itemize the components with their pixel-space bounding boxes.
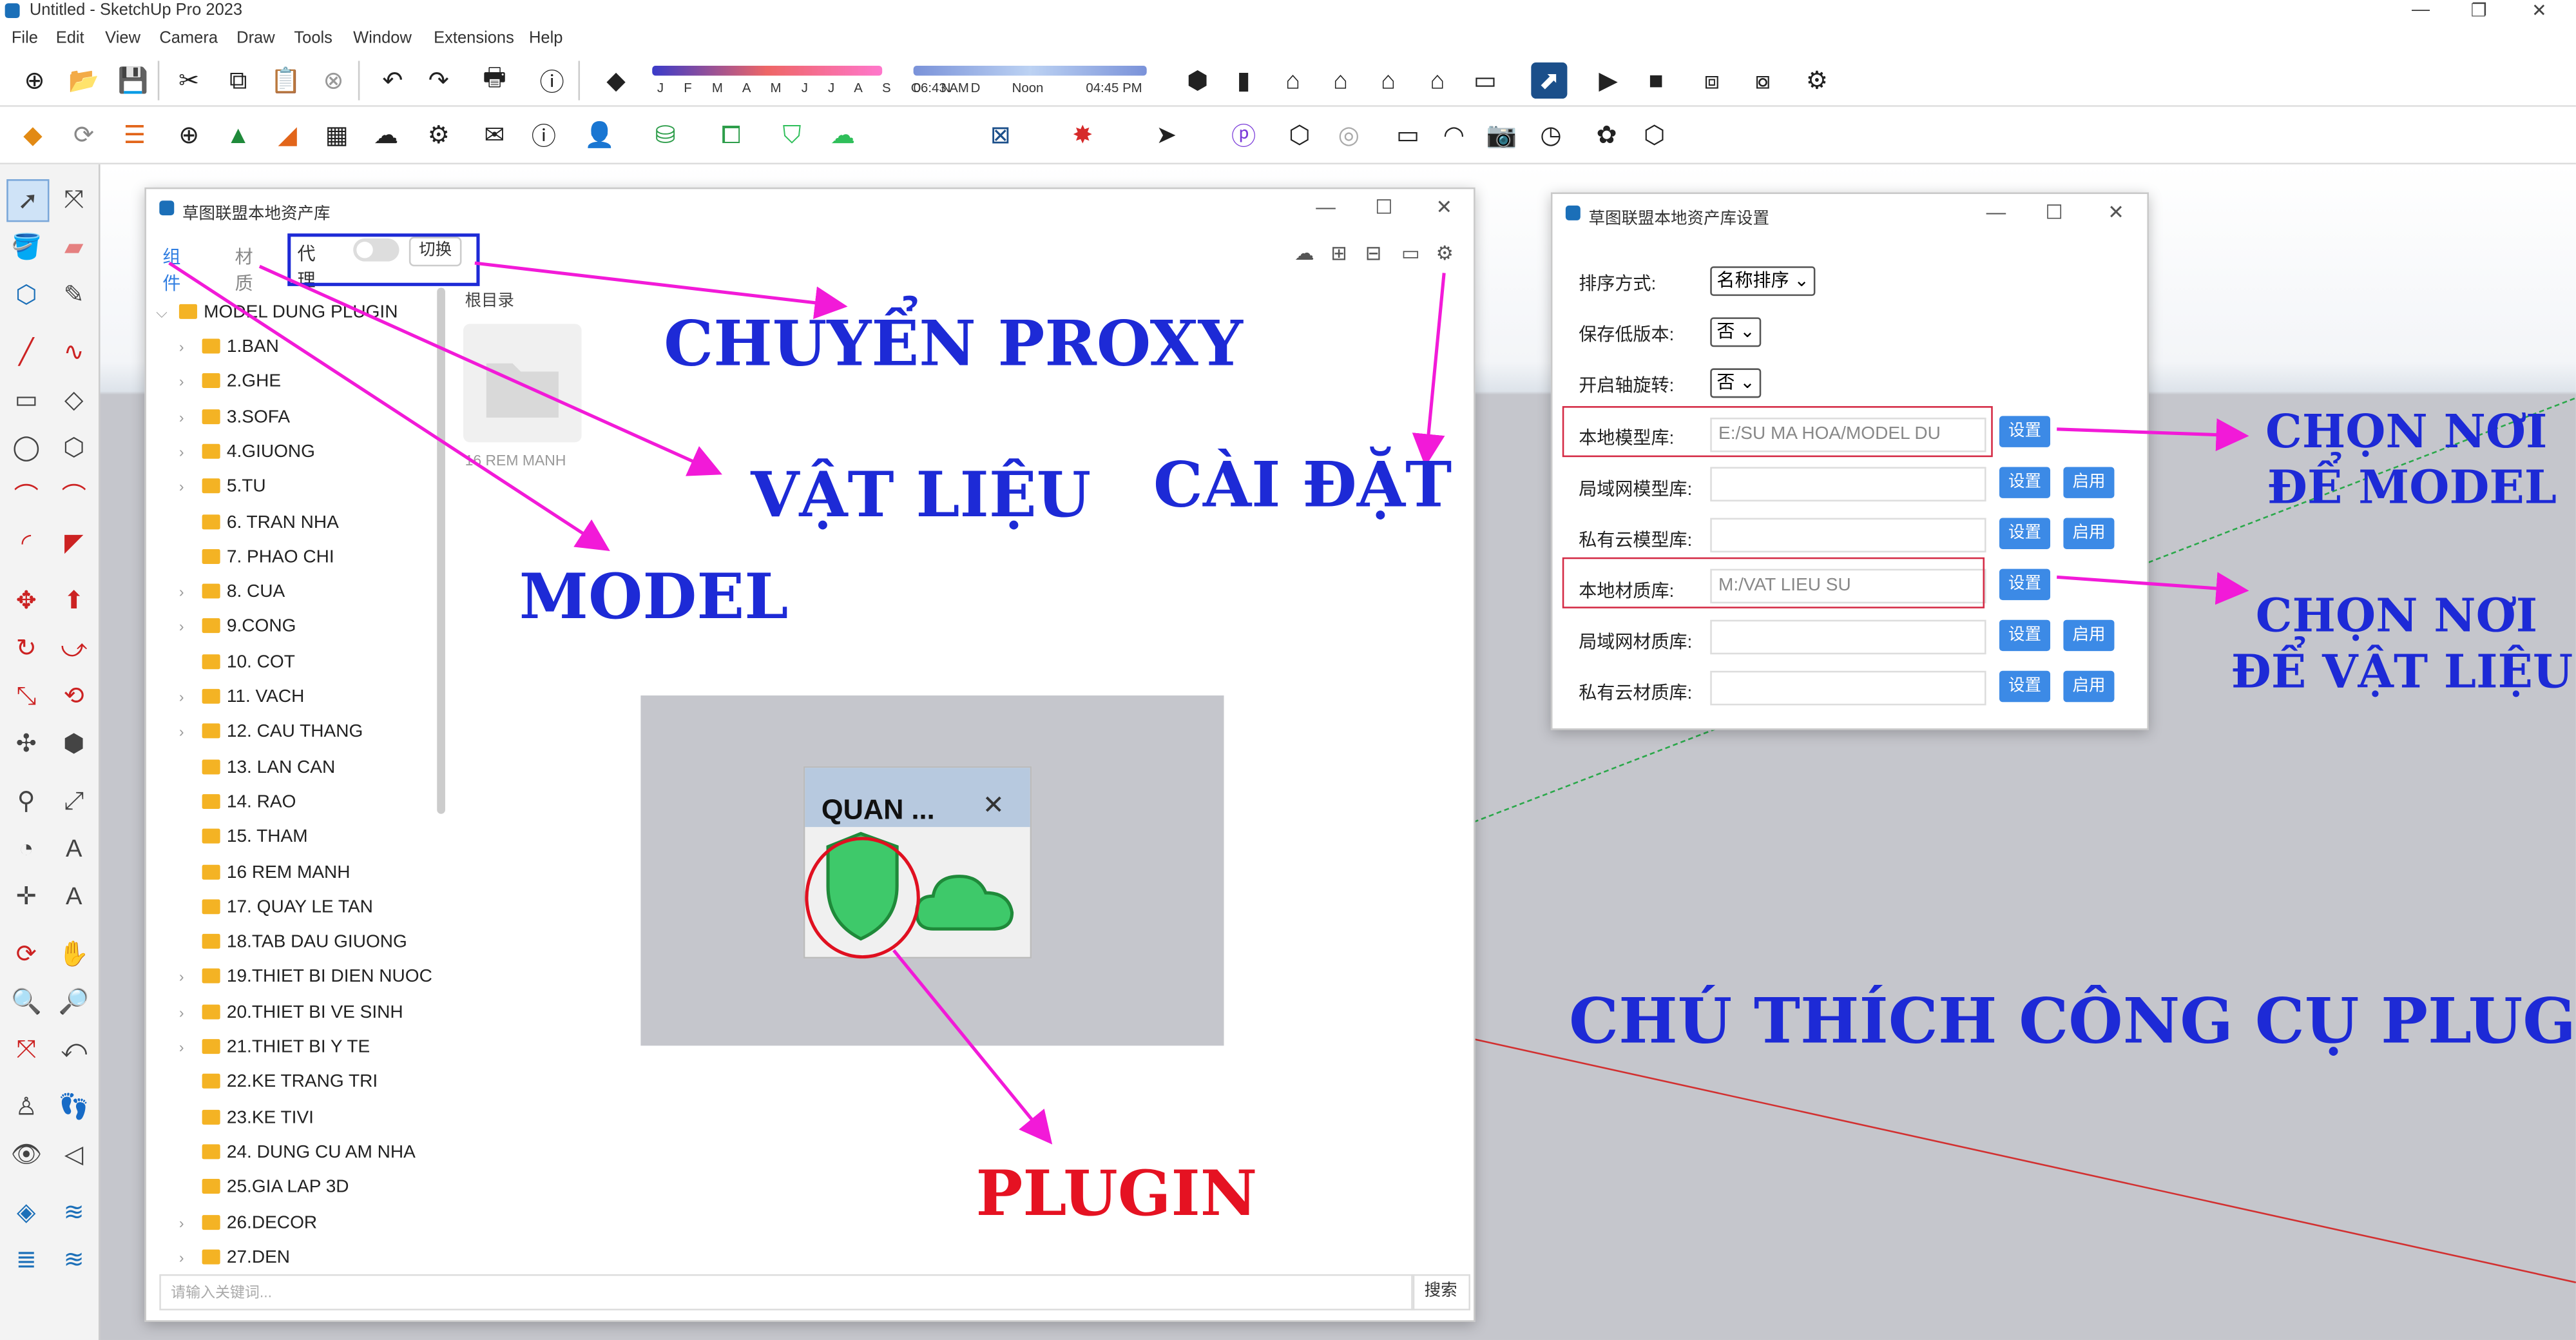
annotation-caption: CHÚ THÍCH CÔNG CỤ PLUGIN: [1568, 983, 2576, 1058]
screen: Untitled - SketchUp Pro 2023 — ❐ ✕ File …: [0, 0, 2576, 1340]
annotation-arrows: [168, 261, 2249, 1145]
annotation-model-place-1: CHỌN NƠI: [2265, 404, 2548, 459]
arrow-material: [258, 264, 722, 476]
arrow-proxy: [474, 261, 848, 320]
arrow-model: [168, 262, 610, 552]
annotation-model: MODEL: [519, 559, 789, 634]
arrow-settings: [1412, 273, 1446, 467]
arrow-material-path: [2057, 572, 2249, 605]
annotation-mat-place-2: ĐỂ VẬT LIỆU: [2231, 644, 2573, 699]
arrow-plugin: [892, 949, 1053, 1145]
annotation-settings: CÀI ĐẶT: [1153, 447, 1452, 521]
annotation-model-place-2: ĐỂ MODEL: [2267, 460, 2557, 515]
annotation-mat-place-1: CHỌN NƠI: [2255, 588, 2538, 643]
arrow-model-path: [2057, 418, 2249, 452]
annotation-proxy: CHUYỂN PROXY: [664, 306, 1243, 380]
annotation-plugin: PLUGIN: [976, 1156, 1258, 1230]
annotation-material: VẬT LIỆU: [751, 457, 1091, 531]
